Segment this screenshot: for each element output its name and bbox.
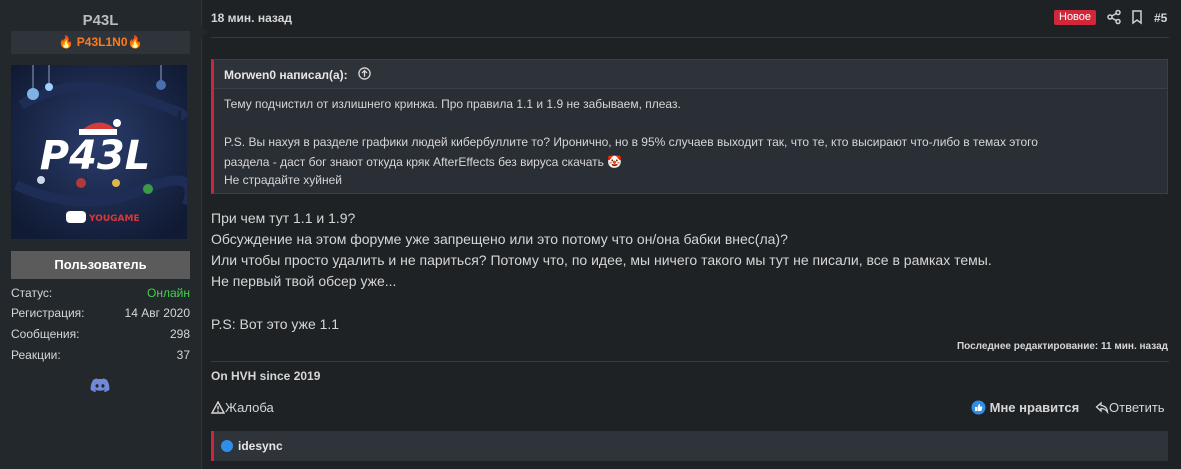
stat-value[interactable]: 298 (170, 327, 190, 341)
post-body-line: P.S: Вот это уже 1.1 (211, 316, 340, 332)
last-edited-note: Последнее редактирование: 11 мин. назад (956, 341, 1168, 352)
stat-label: Регистрация: (11, 306, 85, 320)
like-label: Мне нравится (989, 400, 1080, 415)
quote-line: Тему подчистил от излишнего кринжа. Про … (224, 97, 681, 111)
stat-registration: Регистрация: 14 Авг 2020 (11, 306, 190, 324)
report-label: Жалоба (225, 400, 274, 415)
warning-icon (210, 400, 226, 414)
like-button[interactable]: Мне нравится (971, 400, 1079, 415)
go-to-quote-icon[interactable] (358, 67, 371, 80)
new-badge: Новое (1054, 10, 1097, 25)
sidebar-pointer (199, 24, 207, 40)
stat-label: Реакции: (11, 348, 61, 362)
reply-button[interactable]: Ответить (1095, 400, 1165, 415)
quote-block: Morwen0 написал(а): Тему подчистил от из… (211, 59, 1168, 194)
reply-label: Ответить (1109, 400, 1165, 415)
stat-reactions: Реакции: 37 (11, 348, 190, 366)
header-divider (211, 37, 1169, 38)
signature: On HVH since 2019 (211, 369, 321, 383)
post-number[interactable]: #5 (1154, 11, 1167, 25)
share-icon[interactable] (1106, 9, 1122, 25)
quote-header: Morwen0 написал(а): (214, 60, 1167, 89)
stat-messages: Сообщения: 298 (11, 327, 190, 345)
signature-divider (211, 361, 1169, 362)
like-reaction-icon (221, 440, 233, 452)
quote-line: P.S. Вы нахуя в разделе графики людей ки… (224, 135, 1038, 149)
stat-value: 14 Авг 2020 (124, 306, 190, 320)
post-body-line: Или чтобы просто удалить и не париться? … (211, 252, 992, 268)
stat-status: Статус: Онлайн (11, 286, 190, 304)
stat-value: 37 (176, 348, 190, 362)
user-role-banner: Пользователь (11, 251, 190, 279)
liked-by-user[interactable]: idesync (238, 439, 283, 453)
quote-author[interactable]: Morwen0 написал(а): (224, 68, 348, 82)
bookmark-icon[interactable] (1129, 9, 1145, 25)
reply-icon (1095, 401, 1109, 415)
likes-summary: idesync (211, 431, 1168, 461)
thumbs-up-icon (971, 400, 986, 415)
user-avatar[interactable]: P43L YOUGAME (11, 65, 187, 239)
avatar-art: P43L YOUGAME (11, 65, 187, 239)
quote-line: Не страдайте хуйней (224, 173, 342, 187)
post-body-line: При чем тут 1.1 и 1.9? (211, 210, 356, 226)
post-timestamp[interactable]: 18 мин. назад (211, 11, 292, 25)
post-content: 18 мин. назад Новое #5 Morwen0 написал(а… (210, 0, 1169, 469)
user-sidebar: P43L 🔥 P43L1N0🔥 P43L YOUGAME Пользовател… (0, 0, 202, 469)
avatar-text: P43L (40, 133, 150, 179)
discord-icon[interactable] (90, 377, 110, 393)
stat-value: Онлайн (147, 286, 190, 300)
report-button[interactable]: Жалоба (210, 400, 274, 415)
username-link[interactable]: P43L (0, 12, 201, 29)
stat-label: Сообщения: (11, 327, 80, 341)
post-body-line: Обсуждение на этом форуме уже запрещено … (211, 231, 788, 247)
quote-line: раздела - даст бог знают откуда кряк Aft… (224, 155, 623, 169)
avatar-brand: YOUGAME (88, 214, 140, 224)
post-body-line: Не первый твой обсер уже... (211, 273, 397, 289)
stat-label: Статус: (11, 286, 53, 300)
user-title-banner: 🔥 P43L1N0🔥 (11, 31, 190, 54)
